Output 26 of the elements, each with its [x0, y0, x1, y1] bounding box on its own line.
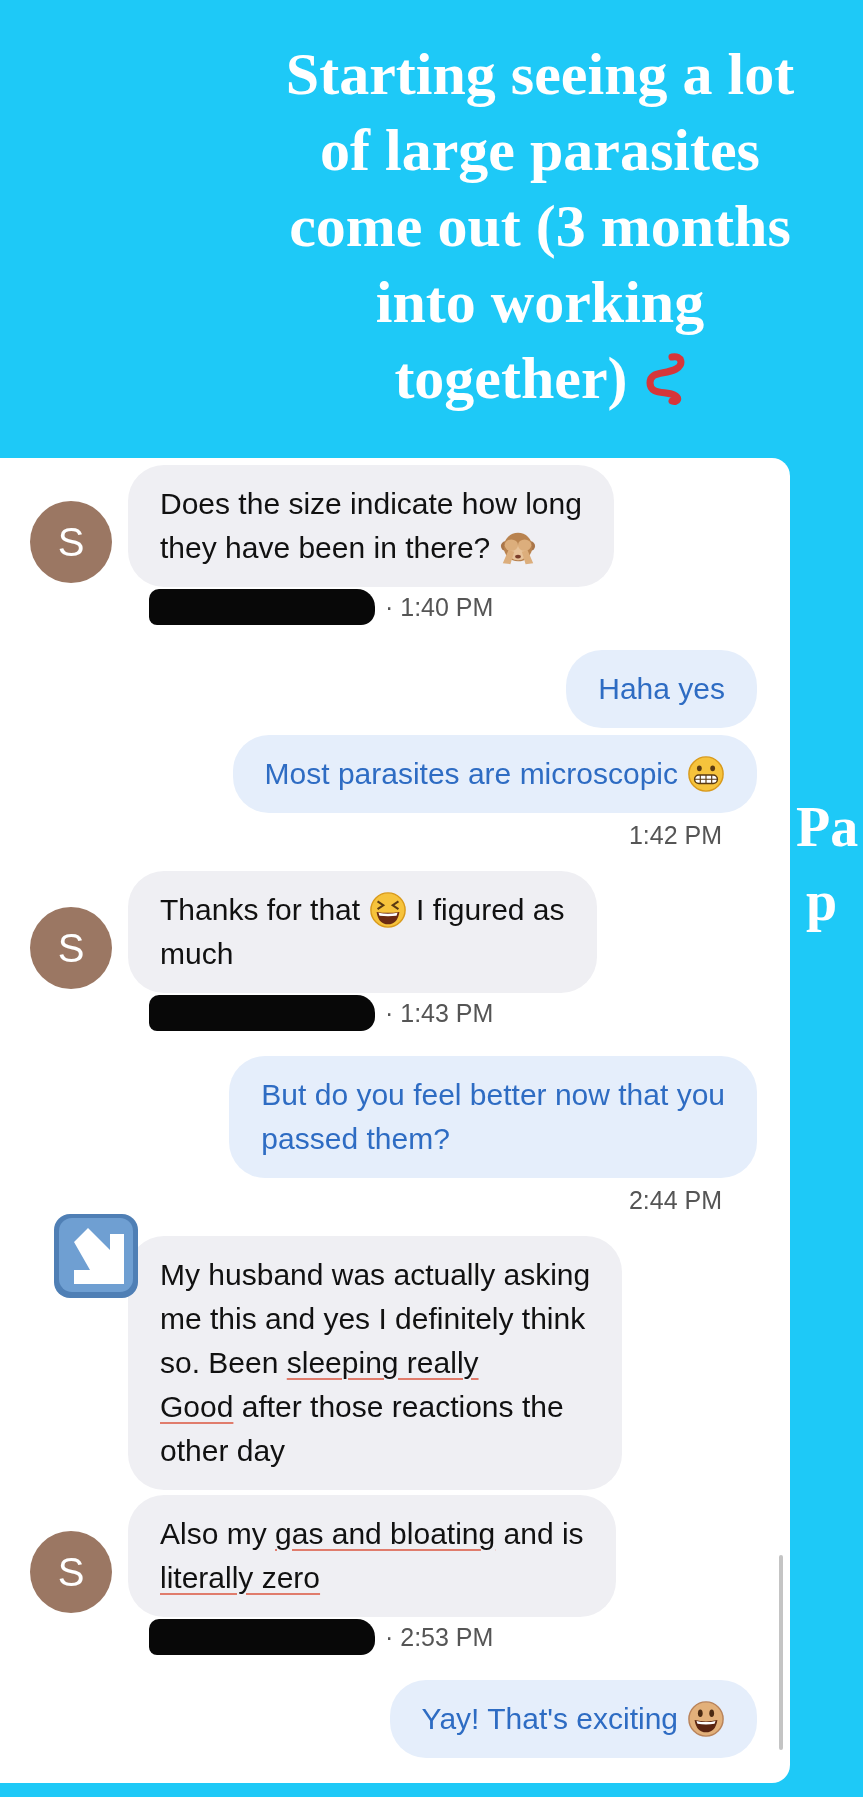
message-text: My husband was actually asking me this and yes I definitely think so. Been sleeping really Good after those reactions the other day	[160, 1257, 591, 1469]
message-text: Yay! That's exciting	[421, 1701, 678, 1737]
avatar: S	[30, 501, 112, 583]
message-text: Thanks for that	[160, 892, 361, 928]
timestamp: 2:44 PM	[628, 1186, 722, 1214]
grimacing-face-icon	[687, 755, 725, 793]
message-text: But do you feel better now that you passed them?	[261, 1077, 725, 1157]
timestamp: 1:42 PM	[628, 821, 722, 849]
avatar: S	[30, 907, 112, 989]
timestamp: · 2:53 PM	[385, 1622, 494, 1652]
story-caption: together)	[394, 344, 628, 413]
message-text: Does the size indicate how long	[160, 486, 582, 522]
message-text: much	[160, 936, 234, 972]
message-text: Also my gas and bloating and is literally zero	[160, 1516, 584, 1596]
timestamp: · 1:40 PM	[385, 592, 494, 622]
side-caption-text: Pa	[796, 795, 860, 860]
side-caption-text: p	[805, 869, 839, 934]
avatar: S	[30, 1531, 112, 1613]
timestamp: · 1:43 PM	[385, 998, 494, 1028]
laughing-face-icon	[369, 891, 408, 929]
message-text: they have been in there?	[160, 530, 491, 566]
message-text: I figured as	[416, 892, 565, 928]
scrollbar[interactable]	[779, 1555, 783, 1750]
message-text: Haha yes	[598, 671, 725, 707]
smiling-face-icon	[687, 1700, 725, 1738]
message-text: Most parasites are microscopic	[264, 756, 678, 792]
